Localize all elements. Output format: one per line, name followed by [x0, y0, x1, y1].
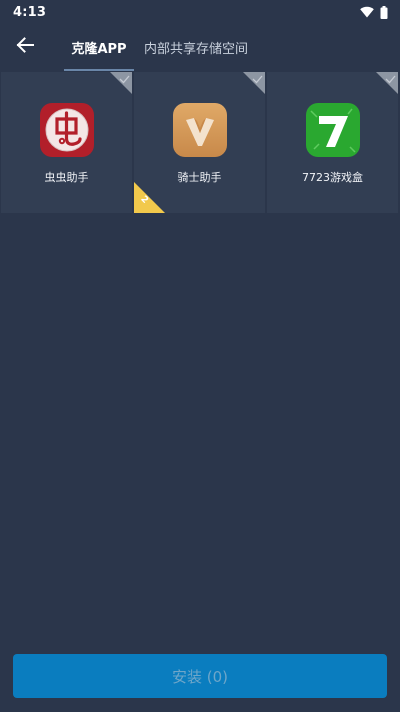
status-icons: [360, 5, 388, 19]
status-bar: 4:13: [0, 0, 400, 24]
back-button[interactable]: [10, 33, 40, 61]
app-name: 虫虫助手: [44, 171, 89, 184]
app-card-7723[interactable]: 7723游戏盒: [267, 72, 398, 213]
unchecked-corner-icon[interactable]: [243, 72, 265, 94]
app-card-qishi[interactable]: 骑士助手 2: [134, 72, 265, 213]
wifi-icon: [360, 6, 374, 18]
app-card-chongchong[interactable]: 虫虫助手: [1, 72, 132, 213]
toolbar: 克隆APP 内部共享存储空间: [0, 24, 400, 71]
app-name: 7723游戏盒: [302, 171, 363, 184]
app-grid: 虫虫助手 骑士助手 2 7723游戏盒: [1, 72, 399, 213]
install-button[interactable]: 安装 (0): [13, 654, 387, 698]
unchecked-corner-icon[interactable]: [376, 72, 398, 94]
tab-internal-storage[interactable]: 内部共享存储空间: [140, 24, 252, 70]
tab-indicator: [64, 69, 134, 71]
tab-clone-app[interactable]: 克隆APP: [64, 24, 134, 70]
qishi-app-icon: [173, 103, 227, 157]
7723-app-icon: [306, 103, 360, 157]
status-time: 4:13: [13, 4, 47, 20]
chongchong-app-icon: [40, 103, 94, 157]
unchecked-corner-icon[interactable]: [110, 72, 132, 94]
clone-count-badge: 2: [134, 182, 165, 213]
battery-icon: [380, 5, 388, 19]
arrow-left-icon: [16, 37, 34, 57]
